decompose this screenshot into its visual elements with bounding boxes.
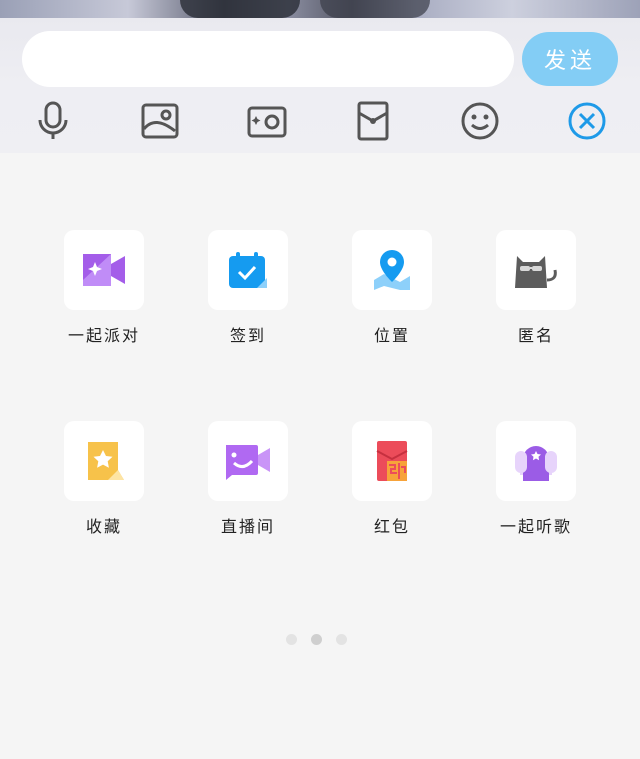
page-dot-active[interactable] — [311, 634, 322, 645]
composer-toolbar — [0, 98, 640, 144]
message-composer: 发送 — [0, 18, 640, 153]
feature-red-packet[interactable]: 红包 — [320, 421, 464, 537]
feature-anonymous[interactable]: 匿名 — [464, 230, 608, 346]
feature-label: 一起听歌 — [499, 517, 572, 536]
feature-label: 一起派对 — [67, 326, 140, 345]
emoji-icon[interactable] — [457, 98, 503, 144]
feature-live-room[interactable]: 直播间 — [176, 421, 320, 537]
image-icon[interactable] — [137, 98, 183, 144]
close-icon[interactable] — [564, 98, 610, 144]
page-dot[interactable] — [336, 634, 347, 645]
feature-listen-together[interactable]: 一起听歌 — [464, 421, 608, 537]
send-button[interactable]: 发送 — [522, 32, 618, 86]
message-input[interactable] — [22, 31, 514, 87]
red-packet-icon — [352, 421, 432, 501]
feature-label: 匿名 — [517, 326, 554, 345]
listen-together-icon — [496, 421, 576, 501]
chat-background-strip — [0, 0, 640, 18]
feature-label: 位置 — [373, 326, 410, 345]
favorite-star-icon — [64, 421, 144, 501]
feature-checkin[interactable]: 签到 — [176, 230, 320, 346]
page-indicator — [286, 634, 347, 645]
feature-label: 红包 — [373, 517, 410, 536]
camera-icon[interactable] — [244, 98, 290, 144]
checkin-calendar-icon — [208, 230, 288, 310]
feature-favorite[interactable]: 收藏 — [32, 421, 176, 537]
microphone-icon[interactable] — [30, 98, 76, 144]
live-room-icon — [208, 421, 288, 501]
feature-label: 收藏 — [85, 517, 122, 536]
red-packet-icon[interactable] — [350, 98, 396, 144]
feature-label: 签到 — [229, 326, 266, 345]
location-icon — [352, 230, 432, 310]
feature-location[interactable]: 位置 — [320, 230, 464, 346]
anonymous-cat-icon — [496, 230, 576, 310]
party-video-icon — [64, 230, 144, 310]
feature-label: 直播间 — [220, 517, 275, 536]
page-dot[interactable] — [286, 634, 297, 645]
feature-party[interactable]: 一起派对 — [32, 230, 176, 346]
